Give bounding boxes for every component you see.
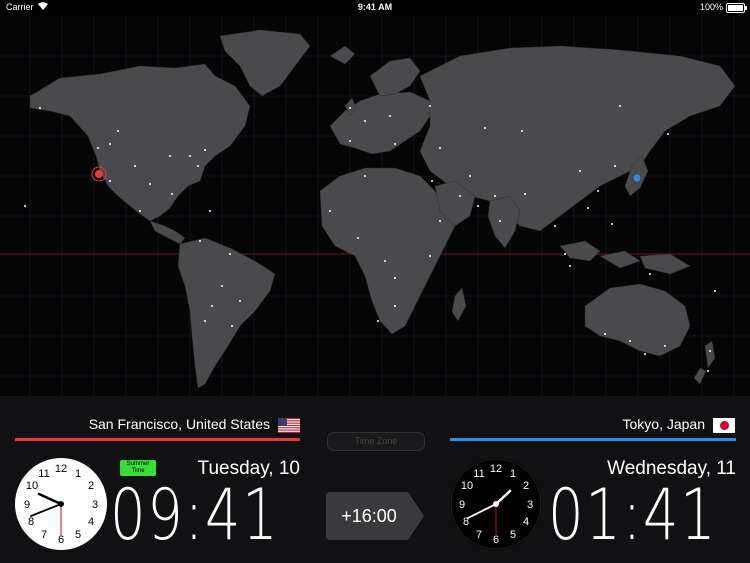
world-map-graphic	[0, 16, 750, 396]
clock-number: 11	[38, 468, 49, 480]
clock-number: 2	[523, 480, 529, 492]
tokyo-marker	[633, 174, 641, 182]
battery-icon	[726, 3, 747, 13]
time-zone-button[interactable]: Time Zone	[327, 432, 425, 451]
world-map[interactable]	[0, 16, 750, 396]
left-city-name[interactable]: San Francisco, United States	[40, 416, 270, 432]
clock-number: 8	[28, 516, 34, 528]
clock-number: 3	[92, 499, 98, 511]
battery-percent: 100%	[699, 2, 723, 12]
clock-number: 11	[473, 468, 484, 480]
time-offset-indicator: +16:00	[326, 492, 426, 540]
left-accent-line	[15, 438, 300, 441]
clock-number: 4	[88, 516, 94, 528]
clock-number: 12	[490, 463, 502, 475]
clock-number: 9	[459, 499, 465, 511]
clock-panel: San Francisco, United States Time Zone T…	[0, 396, 750, 563]
clock-number: 1	[75, 468, 81, 480]
japan-flag-icon	[713, 418, 735, 433]
clock-number: 7	[476, 529, 482, 541]
clock-number: 9	[24, 499, 30, 511]
left-analog-clock: 12 1 2 3 4 5 6 7 8 9 10 11	[15, 458, 107, 550]
offset-text: +16:00	[341, 506, 397, 526]
clock-number: 1	[510, 468, 516, 480]
status-time: 9:41 AM	[357, 2, 393, 12]
san-francisco-marker	[95, 170, 103, 178]
clock-number: 12	[55, 463, 67, 475]
right-analog-clock: 12 1 2 3 4 5 6 7 8 9 10 11	[450, 458, 542, 550]
clock-number: 10	[26, 480, 38, 492]
left-digital-time: 09:41	[110, 474, 280, 556]
clock-number: 7	[41, 529, 47, 541]
clock-number: 3	[527, 499, 533, 511]
clock-number: 4	[523, 516, 529, 528]
clock-number: 5	[75, 529, 81, 541]
status-bar: Carrier 9:41 AM 100%	[0, 0, 750, 16]
right-city-name[interactable]: Tokyo, Japan	[560, 416, 706, 432]
clock-number: 2	[88, 480, 94, 492]
right-accent-line	[450, 438, 736, 441]
clock-number: 5	[510, 529, 516, 541]
clock-number: 10	[461, 480, 473, 492]
us-flag-icon	[278, 418, 300, 433]
right-digital-time: 01:41	[548, 474, 718, 556]
